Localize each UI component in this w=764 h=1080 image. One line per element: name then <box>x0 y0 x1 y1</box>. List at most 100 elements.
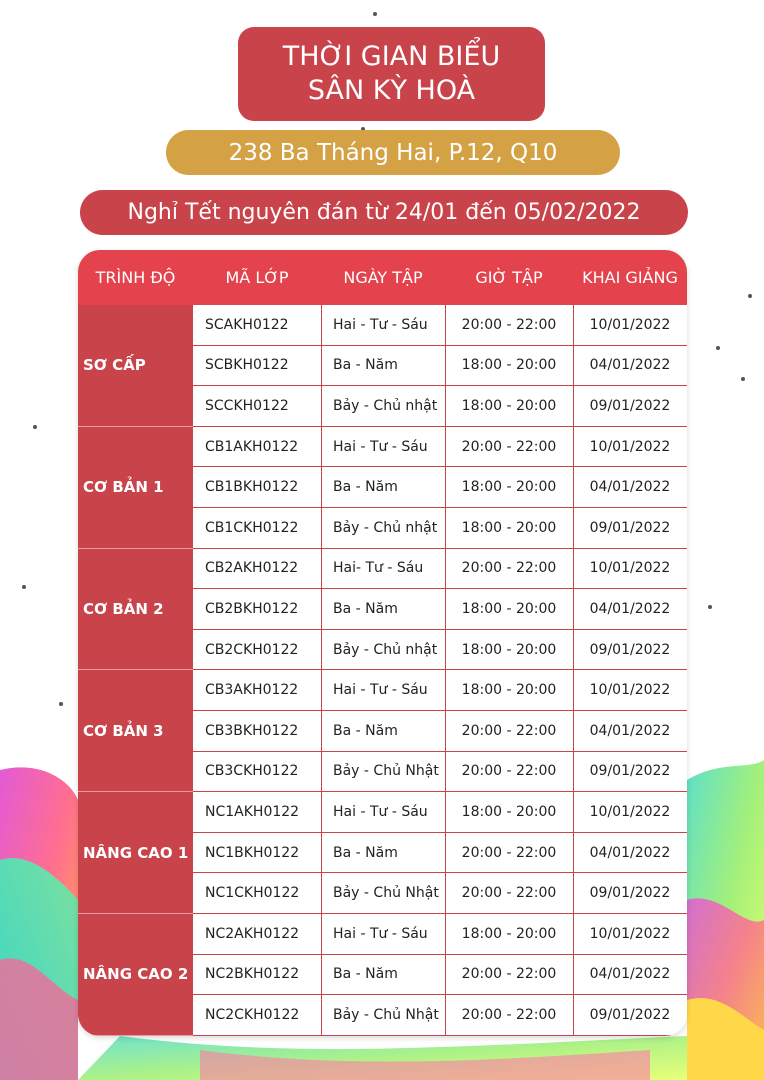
cell-days: Bảy - Chủ nhật <box>333 397 438 414</box>
table-row: SCBKH0122 Ba - Năm 18:00 - 20:00 04/01/2022 <box>193 346 687 387</box>
cell-start: 09/01/2022 <box>589 885 671 902</box>
cell-code: NC2BKH0122 <box>205 966 300 983</box>
table-row: NC2CKH0122 Bảy - Chủ Nhật 20:00 - 22:00 09/… <box>193 995 687 1036</box>
cell-start: 09/01/2022 <box>589 1006 671 1023</box>
cell-time: 20:00 - 22:00 <box>461 560 557 577</box>
column-header-start: KHAI GIẢNG <box>582 268 678 287</box>
cell-start: 10/01/2022 <box>589 803 671 820</box>
decor-dot <box>33 425 37 429</box>
cell-time: 18:00 - 20:00 <box>461 519 557 536</box>
cell-start: 10/01/2022 <box>589 316 671 333</box>
table-row: CB3BKH0122 Ba - Năm 20:00 - 22:00 04/01/202… <box>193 711 687 752</box>
level-label: CƠ BẢN 1 <box>78 427 193 549</box>
cell-days: Ba - Năm <box>333 722 398 739</box>
table-row: NC2BKH0122 Ba - Năm 20:00 - 22:00 04/01/202… <box>193 955 687 996</box>
cell-code: CB1CKH0122 <box>205 519 299 536</box>
decor-dot <box>748 294 752 298</box>
level-label: CƠ BẢN 3 <box>78 670 193 793</box>
cell-start: 10/01/2022 <box>589 925 671 942</box>
table-row: CB2CKH0122 Bảy - Chủ nhật 18:00 - 20:00 09/… <box>193 630 687 671</box>
cell-time: 18:00 - 20:00 <box>461 357 557 374</box>
cell-code: CB3AKH0122 <box>205 682 299 699</box>
cell-time: 20:00 - 22:00 <box>461 722 557 739</box>
notice-text: Nghỉ Tết nguyên đán từ 24/01 đến 05/02/2… <box>127 200 641 225</box>
column-header-time: GIỜ TẬP <box>475 268 543 287</box>
cell-days: Hai - Tư - Sáu <box>333 438 428 455</box>
decor-dot <box>22 585 26 589</box>
level-label: NÂNG CAO 1 <box>78 792 193 914</box>
cell-code: CB3BKH0122 <box>205 722 299 739</box>
cell-time: 20:00 - 22:00 <box>461 763 557 780</box>
cell-time: 18:00 - 20:00 <box>461 925 557 942</box>
cell-days: Hai - Tư - Sáu <box>333 316 428 333</box>
cell-days: Hai - Tư - Sáu <box>333 682 428 699</box>
cell-time: 18:00 - 20:00 <box>461 479 557 496</box>
cell-days: Bảy - Chủ Nhật <box>333 763 439 780</box>
table-row: CB2BKH0122 Ba - Năm 18:00 - 20:00 04/01/202… <box>193 589 687 630</box>
decor-dot <box>59 702 63 706</box>
cell-start: 09/01/2022 <box>589 519 671 536</box>
table-row: CB1BKH0122 Ba - Năm 18:00 - 20:00 04/01/202… <box>193 467 687 508</box>
cell-code: CB2AKH0122 <box>205 560 299 577</box>
level-column: SƠ CẤP CƠ BẢN 1 CƠ BẢN 2 CƠ BẢN 3 NÂNG CAO 1… <box>78 305 193 1036</box>
cell-code: CB2CKH0122 <box>205 641 299 658</box>
cell-start: 04/01/2022 <box>589 479 671 496</box>
cell-code: SCAKH0122 <box>205 316 289 333</box>
level-label: NÂNG CAO 2 <box>78 914 193 1036</box>
cell-start: 10/01/2022 <box>589 438 671 455</box>
cell-start: 04/01/2022 <box>589 600 671 617</box>
cell-days: Bảy - Chủ Nhật <box>333 1006 439 1023</box>
cell-code: CB3CKH0122 <box>205 763 299 780</box>
decor-dot <box>708 605 712 609</box>
table-row: CB2AKH0122 Hai- Tư - Sáu 20:00 - 22:00 10/0… <box>193 549 687 590</box>
column-header-level: TRÌNH ĐỘ <box>95 268 176 287</box>
cell-start: 04/01/2022 <box>589 844 671 861</box>
cell-days: Ba - Năm <box>333 357 398 374</box>
cell-code: NC1BKH0122 <box>205 844 300 861</box>
cell-time: 20:00 - 22:00 <box>461 885 557 902</box>
cell-start: 04/01/2022 <box>589 357 671 374</box>
table-row: NC1AKH0122 Hai - Tư - Sáu 18:00 - 20:00 10/… <box>193 792 687 833</box>
table-header: TRÌNH ĐỘ MÃ LỚP NGÀY TẬP GIỜ TẬP KHAI GI… <box>78 250 687 305</box>
table-body: SCAKH0122 Hai - Tư - Sáu 20:00 - 22:00 10/0… <box>193 305 687 1036</box>
table-row: CB3CKH0122 Bảy - Chủ Nhật 20:00 - 22:00 09/… <box>193 752 687 793</box>
cell-code: NC2AKH0122 <box>205 925 300 942</box>
cell-start: 09/01/2022 <box>589 641 671 658</box>
cell-days: Bảy - Chủ nhật <box>333 641 438 658</box>
cell-code: NC1AKH0122 <box>205 803 300 820</box>
cell-time: 20:00 - 22:00 <box>461 966 557 983</box>
cell-time: 18:00 - 20:00 <box>461 682 557 699</box>
decor-dot <box>741 377 745 381</box>
cell-start: 04/01/2022 <box>589 966 671 983</box>
cell-days: Bảy - Chủ Nhật <box>333 885 439 902</box>
page-title: THỜI GIAN BIỂU SÂN KỲ HOÀ <box>238 27 545 121</box>
cell-days: Bảy - Chủ nhật <box>333 519 438 536</box>
table-row: CB1CKH0122 Bảy - Chủ nhật 18:00 - 20:00 09/… <box>193 508 687 549</box>
cell-days: Ba - Năm <box>333 966 398 983</box>
cell-days: Hai - Tư - Sáu <box>333 803 428 820</box>
schedule-table: TRÌNH ĐỘ MÃ LỚP NGÀY TẬP GIỜ TẬP KHAI GI… <box>78 250 687 1036</box>
cell-code: SCBKH0122 <box>205 357 289 374</box>
cell-time: 18:00 - 20:00 <box>461 641 557 658</box>
level-label: SƠ CẤP <box>78 305 193 427</box>
address-banner: 238 Ba Tháng Hai, P.12, Q10 <box>166 130 620 175</box>
table-row: NC1BKH0122 Ba - Năm 20:00 - 22:00 04/01/202… <box>193 833 687 874</box>
cell-days: Ba - Năm <box>333 479 398 496</box>
title-line-2: SÂN KỲ HOÀ <box>307 75 476 106</box>
table-row: CB1AKH0122 Hai - Tư - Sáu 20:00 - 22:00 10/… <box>193 427 687 468</box>
cell-days: Ba - Năm <box>333 844 398 861</box>
cell-code: CB2BKH0122 <box>205 600 299 617</box>
cell-start: 09/01/2022 <box>589 397 671 414</box>
cell-days: Hai - Tư - Sáu <box>333 925 428 942</box>
table-row: NC2AKH0122 Hai - Tư - Sáu 18:00 - 20:00 10/… <box>193 914 687 955</box>
notice-banner: Nghỉ Tết nguyên đán từ 24/01 đến 05/02/2… <box>80 190 688 235</box>
cell-start: 09/01/2022 <box>589 763 671 780</box>
cell-time: 20:00 - 22:00 <box>461 844 557 861</box>
cell-start: 10/01/2022 <box>589 682 671 699</box>
cell-time: 18:00 - 20:00 <box>461 600 557 617</box>
cell-time: 20:00 - 22:00 <box>461 438 557 455</box>
column-header-code: MÃ LỚP <box>225 268 289 287</box>
table-row: SCCKH0122 Bảy - Chủ nhật 18:00 - 20:00 09/0… <box>193 386 687 427</box>
decor-dot <box>716 346 720 350</box>
address-text: 238 Ba Tháng Hai, P.12, Q10 <box>228 139 558 166</box>
